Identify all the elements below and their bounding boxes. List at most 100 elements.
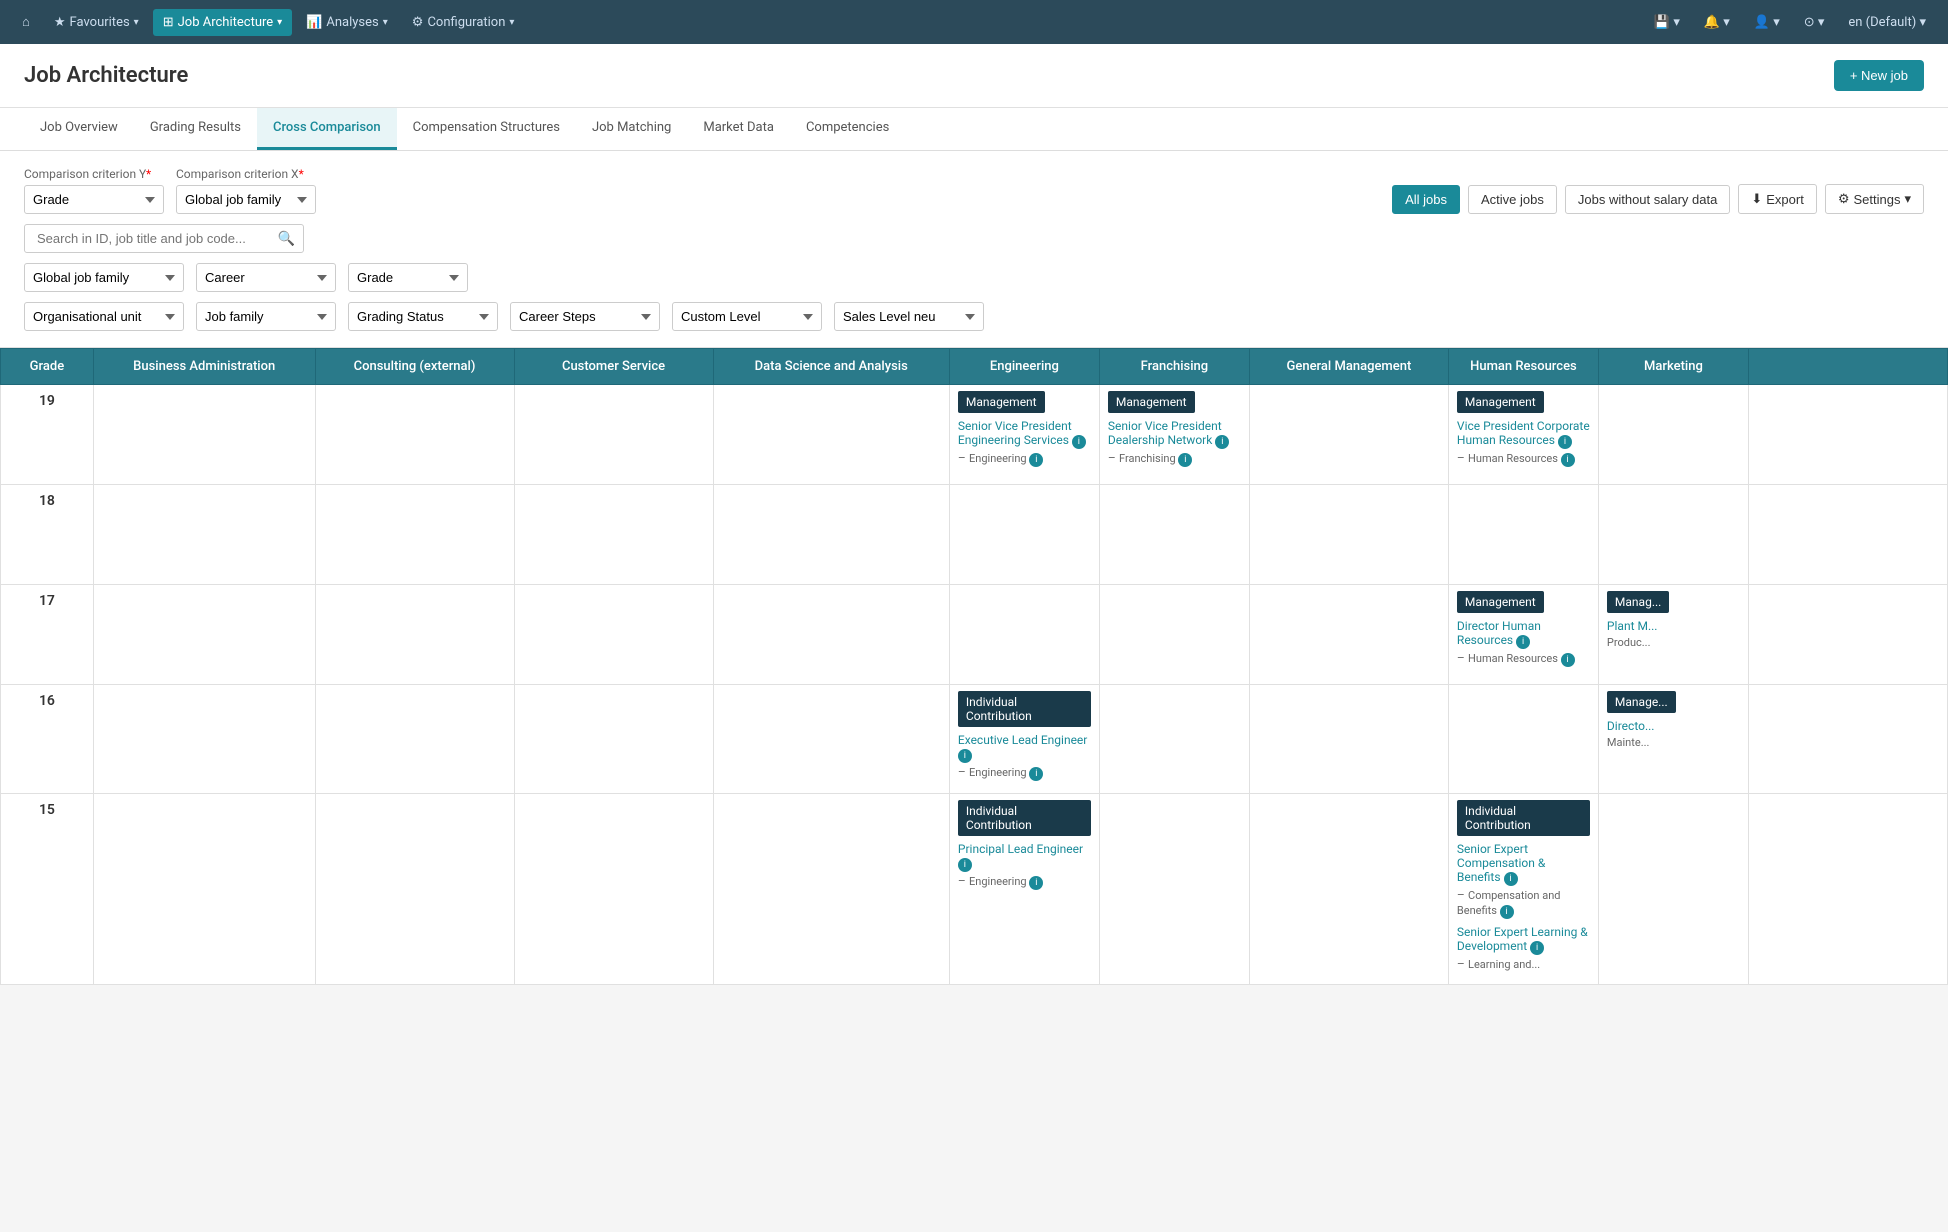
info-icon[interactable]: i bbox=[1500, 905, 1514, 919]
info-icon[interactable]: i bbox=[1504, 872, 1518, 886]
col-franchising: Franchising bbox=[1099, 349, 1249, 385]
job-title-link[interactable]: Senior Expert Learning & Development i bbox=[1457, 925, 1590, 955]
active-jobs-button[interactable]: Active jobs bbox=[1468, 185, 1557, 214]
chevron-down-icon: ▾ bbox=[509, 17, 514, 28]
grade-column-header: Grade bbox=[1, 349, 94, 385]
table-row: 15 Individual Contribution Principal Lea… bbox=[1, 794, 1948, 985]
nav-analyses[interactable]: 📊 Analyses ▾ bbox=[296, 9, 398, 36]
tab-grading-results[interactable]: Grading Results bbox=[134, 108, 257, 150]
job-title-link[interactable]: Senior Expert Compensation & Benefits i bbox=[1457, 842, 1590, 886]
executive-lead-engineer-link[interactable]: Executive Lead Engineer i bbox=[958, 733, 1091, 763]
nav-job-architecture[interactable]: ⊞ Job Architecture ▾ bbox=[153, 9, 293, 36]
grade-select[interactable]: Grade bbox=[348, 263, 468, 292]
info-icon[interactable]: i bbox=[958, 858, 972, 872]
tab-compensation-structures[interactable]: Compensation Structures bbox=[397, 108, 576, 150]
job-sub-label: Learning and... bbox=[1468, 958, 1540, 971]
principal-lead-engineer-link[interactable]: Principal Lead Engineer i bbox=[958, 842, 1091, 872]
job-entry: Director Human Resources i – Human Resou… bbox=[1457, 619, 1590, 667]
info-icon[interactable]: i bbox=[1215, 435, 1229, 449]
organisational-unit-select[interactable]: Organisational unit bbox=[24, 302, 184, 331]
cell-19-customer-service bbox=[514, 385, 713, 485]
export-button[interactable]: ⬇ Export bbox=[1738, 184, 1816, 214]
job-entry: Senior Vice President Engineering Servic… bbox=[958, 419, 1091, 467]
job-title-link[interactable]: Director Human Resources i bbox=[1457, 619, 1590, 649]
category-badge: Manage... bbox=[1607, 691, 1676, 713]
job-title-link[interactable]: Senior Vice President Engineering Servic… bbox=[958, 419, 1091, 449]
cell-16-data-science bbox=[713, 685, 949, 794]
search-input[interactable] bbox=[33, 225, 278, 252]
info-icon[interactable]: i bbox=[1561, 453, 1575, 467]
job-entry: Vice President Corporate Human Resources… bbox=[1457, 419, 1590, 467]
info-icon[interactable]: i bbox=[1530, 941, 1544, 955]
all-jobs-button[interactable]: All jobs bbox=[1392, 185, 1460, 214]
cell-15-engineering: Individual Contribution Principal Lead E… bbox=[949, 794, 1099, 985]
custom-level-select[interactable]: Custom Level bbox=[672, 302, 822, 331]
table-row: 19 Management Senior Vice President Engi… bbox=[1, 385, 1948, 485]
tabs-bar: Job Overview Grading Results Cross Compa… bbox=[0, 108, 1948, 151]
cell-17-more bbox=[1748, 585, 1947, 685]
tab-cross-comparison[interactable]: Cross Comparison bbox=[257, 108, 397, 150]
cell-16-human-resources bbox=[1448, 685, 1598, 794]
job-title-link[interactable]: Vice President Corporate Human Resources… bbox=[1457, 419, 1590, 449]
job-entry: Plant M... Produc... bbox=[1607, 619, 1740, 650]
save-icon-button[interactable]: 💾 ▾ bbox=[1644, 9, 1690, 36]
category-badge: Individual Contribution bbox=[958, 800, 1091, 836]
cell-19-engineering: Management Senior Vice President Enginee… bbox=[949, 385, 1099, 485]
chevron-down-icon: ▾ bbox=[383, 17, 388, 28]
job-title-link[interactable]: Senior Vice President Dealership Network… bbox=[1108, 419, 1241, 449]
career-select[interactable]: Career bbox=[196, 263, 336, 292]
target-icon-button[interactable]: ⊙ ▾ bbox=[1794, 9, 1835, 36]
info-icon[interactable]: i bbox=[1516, 635, 1530, 649]
job-sub-label: Engineering i bbox=[969, 766, 1043, 779]
new-job-button[interactable]: + New job bbox=[1834, 60, 1924, 91]
home-button[interactable]: ⌂ bbox=[12, 8, 40, 36]
info-icon[interactable]: i bbox=[958, 749, 972, 763]
col-business-admin: Business Administration bbox=[93, 349, 315, 385]
notification-bell-button[interactable]: 🔔 ▾ bbox=[1694, 9, 1740, 36]
job-entry: Senior Vice President Dealership Network… bbox=[1108, 419, 1241, 467]
category-badge: Management bbox=[1108, 391, 1195, 413]
job-entry: Principal Lead Engineer i – Engineering … bbox=[958, 842, 1091, 890]
job-sub-label: Mainte... bbox=[1607, 736, 1649, 749]
cell-19-marketing bbox=[1598, 385, 1748, 485]
cell-18-human-resources bbox=[1448, 485, 1598, 585]
nav-configuration[interactable]: ⚙ Configuration ▾ bbox=[402, 9, 525, 36]
language-selector[interactable]: en (Default) ▾ bbox=[1838, 9, 1936, 36]
user-menu-button[interactable]: 👤 ▾ bbox=[1744, 9, 1790, 36]
job-entry: Senior Expert Learning & Development i –… bbox=[1457, 925, 1590, 972]
cell-15-more bbox=[1748, 794, 1947, 985]
sales-level-select[interactable]: Sales Level neu bbox=[834, 302, 984, 331]
job-title-link[interactable]: Directo... bbox=[1607, 719, 1740, 733]
global-job-family-select[interactable]: Global job family bbox=[24, 263, 184, 292]
tab-competencies[interactable]: Competencies bbox=[790, 108, 905, 150]
category-badge: Management bbox=[958, 391, 1045, 413]
info-icon[interactable]: i bbox=[1558, 435, 1572, 449]
grade-value: 16 bbox=[1, 685, 94, 794]
info-icon[interactable]: i bbox=[1029, 453, 1043, 467]
cell-17-marketing: Manag... Plant M... Produc... bbox=[1598, 585, 1748, 685]
tab-job-overview[interactable]: Job Overview bbox=[24, 108, 134, 150]
jobs-without-salary-button[interactable]: Jobs without salary data bbox=[1565, 185, 1730, 214]
cell-16-business-admin bbox=[93, 685, 315, 794]
job-title-link[interactable]: Plant M... bbox=[1607, 619, 1740, 633]
cell-16-more bbox=[1748, 685, 1947, 794]
criterion-x-select[interactable]: Global job family bbox=[176, 185, 316, 214]
info-icon[interactable]: i bbox=[1029, 876, 1043, 890]
criterion-x-group: Comparison criterion X* Global job famil… bbox=[176, 167, 316, 214]
info-icon[interactable]: i bbox=[1072, 435, 1086, 449]
criterion-y-label: Comparison criterion Y* bbox=[24, 167, 164, 181]
career-steps-select[interactable]: Career Steps bbox=[510, 302, 660, 331]
info-icon[interactable]: i bbox=[1029, 767, 1043, 781]
nav-favourites[interactable]: ★ Favourites ▾ bbox=[44, 9, 149, 36]
tab-market-data[interactable]: Market Data bbox=[687, 108, 790, 150]
grading-status-select[interactable]: Grading Status bbox=[348, 302, 498, 331]
job-family-select[interactable]: Job family bbox=[196, 302, 336, 331]
top-navigation: ⌂ ★ Favourites ▾ ⊞ Job Architecture ▾ 📊 … bbox=[0, 0, 1948, 44]
info-icon[interactable]: i bbox=[1561, 653, 1575, 667]
criterion-y-select[interactable]: Grade bbox=[24, 185, 164, 214]
search-box[interactable]: 🔍 bbox=[24, 224, 304, 253]
col-customer-service: Customer Service bbox=[514, 349, 713, 385]
tab-job-matching[interactable]: Job Matching bbox=[576, 108, 687, 150]
settings-button[interactable]: ⚙ Settings ▾ bbox=[1825, 184, 1924, 214]
info-icon[interactable]: i bbox=[1178, 453, 1192, 467]
